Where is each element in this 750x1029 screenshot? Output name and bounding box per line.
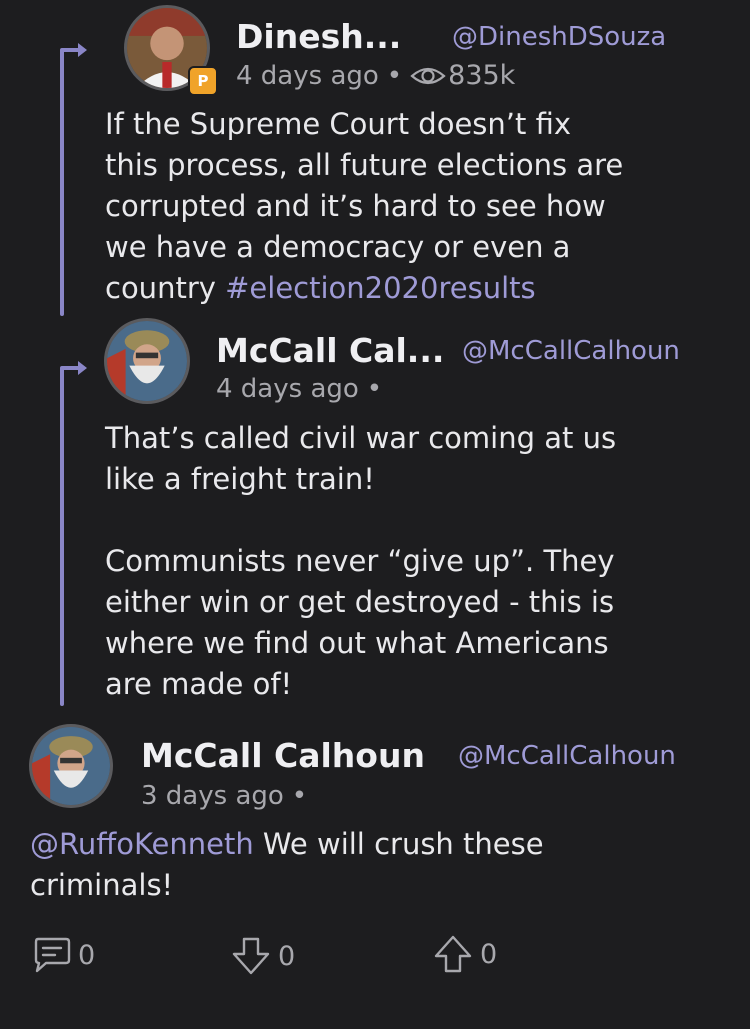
- downvote-button[interactable]: 0: [230, 936, 295, 976]
- separator-dot: •: [366, 374, 383, 404]
- timestamp: 3 days ago: [141, 781, 284, 811]
- post-meta: 3 days ago •: [141, 781, 307, 811]
- separator-dot: •: [386, 60, 403, 91]
- upvote-button[interactable]: 0: [432, 934, 497, 974]
- comment-count: 0: [78, 939, 96, 971]
- author-handle[interactable]: @McCallCalhoun: [462, 336, 680, 366]
- separator-dot: •: [291, 781, 308, 811]
- comment-icon: [34, 937, 71, 973]
- eye-icon: [410, 67, 446, 84]
- mention-link[interactable]: @RuffoKenneth: [30, 827, 254, 861]
- hashtag-link[interactable]: #election2020results: [225, 271, 536, 305]
- author-handle[interactable]: @DineshDSouza: [452, 22, 666, 52]
- thread-line-2: [60, 366, 64, 706]
- comment-button[interactable]: 0: [32, 936, 95, 974]
- timestamp: 4 days ago: [216, 374, 359, 404]
- avatar[interactable]: [104, 318, 190, 404]
- reply-arrow-icon: [62, 43, 87, 57]
- avatar[interactable]: [29, 724, 113, 808]
- thread-line-1: [60, 48, 64, 316]
- author-name[interactable]: Dinesh...: [236, 17, 401, 56]
- author-handle[interactable]: @McCallCalhoun: [458, 741, 676, 771]
- post-body: If the Supreme Court doesn’t fix this pr…: [105, 104, 623, 309]
- post-meta: 4 days ago •: [216, 374, 382, 404]
- downvote-count: 0: [278, 940, 296, 972]
- post-meta: 4 days ago • 835k: [236, 60, 515, 91]
- reply-arrow-icon: [62, 361, 87, 375]
- author-name[interactable]: McCall Calhoun: [141, 736, 425, 775]
- upvote-icon: [434, 935, 472, 973]
- parler-badge-icon: P: [188, 66, 218, 96]
- post-body: That’s called civil war coming at us lik…: [105, 421, 617, 701]
- post-body: @RuffoKenneth We will crush these crimin…: [30, 824, 544, 906]
- timestamp: 4 days ago: [236, 60, 379, 91]
- downvote-icon: [232, 937, 270, 975]
- author-name[interactable]: McCall Cal...: [216, 331, 444, 370]
- view-count: 835k: [448, 60, 516, 91]
- upvote-count: 0: [480, 938, 498, 970]
